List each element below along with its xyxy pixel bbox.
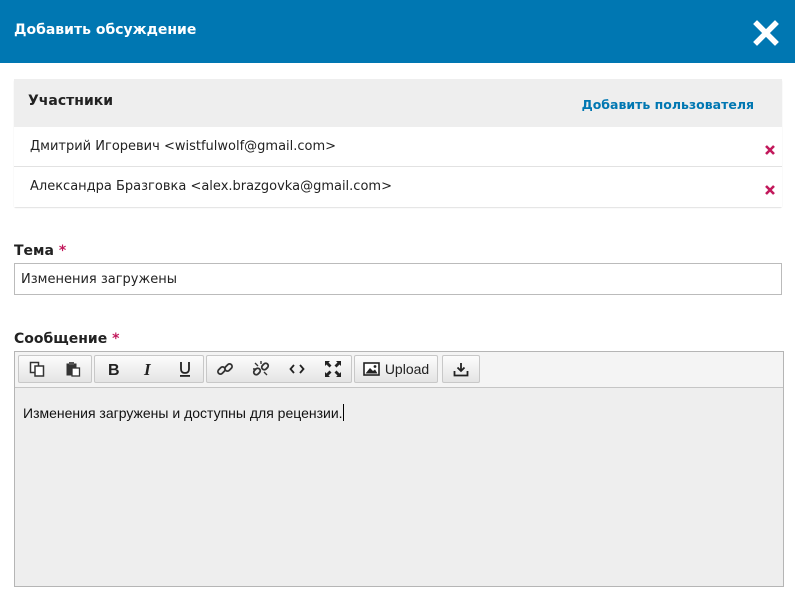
remove-participant-icon[interactable] bbox=[764, 141, 776, 155]
link-group bbox=[206, 355, 352, 383]
upload-label: Upload bbox=[384, 361, 430, 377]
required-marker: * bbox=[112, 331, 120, 347]
subject-input[interactable] bbox=[14, 263, 782, 295]
participant-row: Александра Бразговка <alex.brazgovka@gma… bbox=[14, 167, 782, 207]
editor-content[interactable]: Изменения загружены и доступны для рецен… bbox=[23, 404, 344, 421]
message-label: Сообщение * bbox=[14, 331, 119, 347]
image-icon bbox=[363, 362, 380, 376]
message-body-text: Изменения загружены и доступны для рецен… bbox=[23, 405, 343, 421]
bold-icon[interactable]: B bbox=[95, 356, 131, 382]
add-user-link[interactable]: Добавить пользователя bbox=[582, 97, 754, 112]
svg-text:I: I bbox=[143, 361, 152, 377]
download-group bbox=[442, 355, 480, 383]
required-marker: * bbox=[58, 243, 67, 259]
participant-name: Дмитрий Игоревич <wistfulwolf@gmail.com> bbox=[30, 139, 337, 154]
italic-icon[interactable]: I bbox=[131, 356, 167, 382]
message-editor[interactable]: B I Upload Изменения загружены и доступн… bbox=[14, 351, 784, 587]
paste-icon[interactable] bbox=[55, 356, 91, 382]
download-icon[interactable] bbox=[443, 356, 479, 382]
close-icon[interactable] bbox=[753, 20, 779, 46]
copy-icon[interactable] bbox=[19, 356, 55, 382]
dialog-title: Добавить обсуждение bbox=[14, 22, 197, 38]
participants-panel: Участники Добавить пользователя Дмитрий … bbox=[14, 79, 782, 207]
unlink-icon[interactable] bbox=[243, 356, 279, 382]
message-label-text: Сообщение bbox=[14, 331, 108, 347]
clipboard-group bbox=[18, 355, 92, 383]
participant-name: Александра Бразговка <alex.brazgovka@gma… bbox=[30, 179, 392, 194]
fullscreen-icon[interactable] bbox=[315, 356, 351, 382]
subject-label-text: Тема bbox=[14, 243, 54, 259]
text-caret bbox=[342, 404, 344, 421]
remove-participant-icon[interactable] bbox=[764, 181, 776, 195]
upload-group: Upload bbox=[354, 355, 438, 383]
link-icon[interactable] bbox=[207, 356, 243, 382]
participants-header: Участники Добавить пользователя bbox=[14, 79, 782, 127]
editor-toolbar: B I Upload bbox=[15, 352, 783, 388]
code-icon[interactable] bbox=[279, 356, 315, 382]
subject-label: Тема * bbox=[14, 243, 66, 259]
underline-icon[interactable] bbox=[167, 356, 203, 382]
participants-heading: Участники bbox=[28, 93, 114, 109]
participant-row: Дмитрий Игоревич <wistfulwolf@gmail.com> bbox=[14, 127, 782, 167]
dialog-header: Добавить обсуждение bbox=[0, 0, 795, 63]
svg-text:B: B bbox=[108, 362, 120, 377]
upload-button[interactable]: Upload bbox=[355, 356, 437, 382]
format-group: B I bbox=[94, 355, 204, 383]
